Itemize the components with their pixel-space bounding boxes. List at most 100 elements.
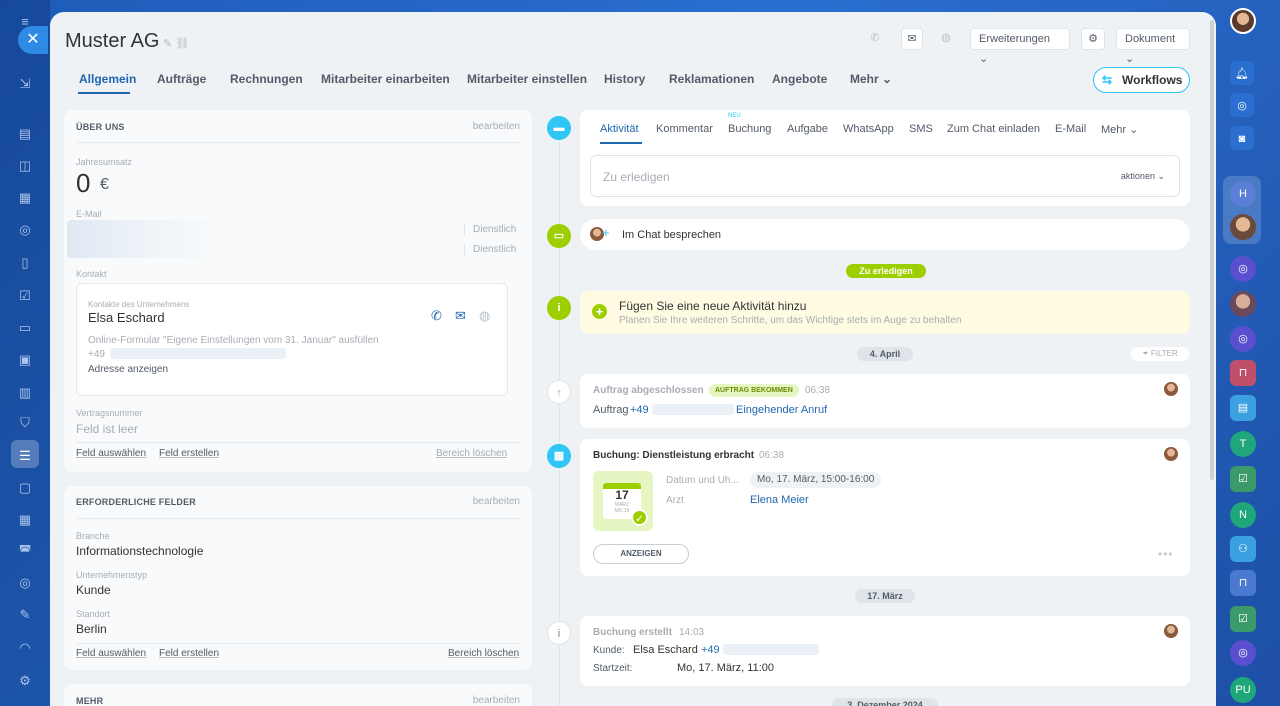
calendar-icon[interactable]: ▦ (17, 190, 33, 206)
robot-icon[interactable]: ◚ (17, 543, 33, 559)
actions-dropdown[interactable]: aktionen ⌄ (1121, 171, 1165, 182)
edit-title-icon[interactable]: ✎ ⛓ (163, 37, 189, 50)
chat-header-icon[interactable]: ◍ (935, 28, 957, 50)
contact-name[interactable]: Elsa Eschard (88, 310, 165, 325)
mail-icon[interactable]: ✉ (901, 28, 923, 50)
mail-icon[interactable]: ✉ (455, 308, 466, 324)
rail-task-icon[interactable]: ☑ (1230, 466, 1256, 492)
crm-funnel-icon[interactable]: ☰ (17, 448, 33, 464)
chevron-down-icon: ⌄ (1125, 53, 1135, 65)
drive-icon[interactable]: ▭ (17, 320, 33, 336)
tab-aktivitaet[interactable]: Aktivität (600, 123, 639, 135)
avatar[interactable] (1164, 624, 1178, 638)
rail-contact-n[interactable]: N (1230, 502, 1256, 528)
phone-icon[interactable]: ✆ (431, 308, 442, 324)
extensions-dropdown[interactable]: Erweiterungen ⌄ (970, 28, 1070, 65)
edit-link[interactable]: bearbeiten (473, 121, 520, 132)
client-label: Kunde: (593, 645, 625, 656)
tab-mehr[interactable]: Mehr ⌄ (1101, 123, 1138, 136)
rail-task2-icon[interactable]: ☑ (1230, 606, 1256, 632)
workflows-button[interactable]: ⇆ Workflows (1093, 67, 1190, 93)
doctor-link[interactable]: Elena Meier (750, 494, 809, 506)
rail-contact-pu[interactable]: PU (1230, 677, 1256, 703)
tasks-icon[interactable]: ☑ (17, 288, 33, 304)
inbox-icon[interactable]: ▢ (17, 480, 33, 496)
sites-icon[interactable]: ▣ (17, 352, 33, 368)
target-icon[interactable]: ◎ (17, 575, 33, 591)
lock-icon[interactable]: ⊓ (1230, 360, 1256, 386)
headset-icon[interactable]: ◠ (17, 640, 33, 656)
create-field-link[interactable]: Feld erstellen (159, 448, 219, 459)
tab-allgemein[interactable]: Allgemein (79, 72, 136, 86)
start-label: Startzeit: (593, 663, 633, 674)
tab-reklamationen[interactable]: Reklamationen (669, 72, 754, 86)
edit-link[interactable]: bearbeiten (473, 496, 520, 507)
rail-contact-avatar[interactable] (1230, 214, 1256, 240)
avatar[interactable] (1164, 447, 1178, 461)
search-chat-icon[interactable]: ◙ (1230, 126, 1254, 150)
chat-row[interactable]: + Im Chat besprechen (580, 219, 1190, 250)
tab-auftraege[interactable]: Aufträge (157, 72, 206, 86)
incoming-call-link[interactable]: Eingehender Anruf (736, 404, 827, 416)
phone-link[interactable]: +49 (630, 404, 649, 416)
add-icon[interactable]: + (592, 304, 607, 319)
shop-icon[interactable]: ⛉ (17, 415, 33, 431)
tab-aufgabe[interactable]: Aufgabe (787, 123, 828, 135)
todo-input[interactable]: Zu erledigen aktionen ⌄ (590, 155, 1180, 197)
create-field-link[interactable]: Feld erstellen (159, 648, 219, 659)
collapse-icon[interactable]: ⇲ (17, 76, 33, 92)
add-activity-card[interactable]: + Fügen Sie eine neue Aktivität hinzu Pl… (580, 291, 1190, 334)
rail-group-icon[interactable]: ⚇ (1230, 536, 1256, 562)
rail-lock-icon[interactable]: ⊓ (1230, 570, 1256, 596)
tab-angebote[interactable]: Angebote (772, 72, 827, 86)
gear-icon[interactable]: ⚙ (1081, 28, 1105, 50)
rail-contact-t[interactable]: T (1230, 431, 1256, 457)
avatar[interactable] (1164, 382, 1178, 396)
chat-icon[interactable]: ◫ (17, 158, 33, 174)
tab-mitarbeiter-einarbeiten[interactable]: Mitarbeiter einarbeiten (321, 72, 450, 86)
tab-email[interactable]: E-Mail (1055, 123, 1086, 135)
select-field-link[interactable]: Feld auswählen (76, 648, 146, 659)
tab-kommentar[interactable]: Kommentar (656, 123, 713, 135)
delete-area-link[interactable]: Bereich löschen (436, 448, 507, 459)
tab-history[interactable]: History (604, 72, 645, 86)
filter-button[interactable]: ⏷ FILTER (1131, 347, 1189, 361)
booking-icon[interactable]: ▦ (17, 512, 33, 528)
settings-icon[interactable]: ⚙ (17, 673, 33, 689)
tab-whatsapp[interactable]: WhatsApp (843, 123, 894, 135)
tab-sms[interactable]: SMS (909, 123, 933, 135)
delete-area-link[interactable]: Bereich löschen (448, 648, 519, 659)
tab-mitarbeiter-einstellen[interactable]: Mitarbeiter einstellen (467, 72, 587, 86)
tab-zum-chat-einladen[interactable]: Zum Chat einladen (947, 123, 1040, 135)
documents-icon[interactable]: ▯ (17, 255, 33, 271)
rail-chat-icon[interactable]: ▤ (1230, 395, 1256, 421)
document-dropdown[interactable]: Dokument ⌄ (1116, 28, 1190, 65)
rail-item-3[interactable]: ◎ (1230, 326, 1256, 352)
rail-item-4[interactable]: ◎ (1230, 640, 1256, 666)
tab-mehr[interactable]: Mehr ⌄ (850, 72, 892, 86)
show-button[interactable]: ANZEIGEN (593, 544, 689, 564)
tab-buchung[interactable]: Buchung (728, 123, 771, 135)
client-phone[interactable]: +49 (701, 644, 720, 656)
select-field-link[interactable]: Feld auswählen (76, 448, 146, 459)
rail-item-1[interactable]: ◎ (1230, 256, 1256, 282)
form-text: Online-Formular "Eigene Einstellungen vo… (88, 335, 379, 346)
scrollbar[interactable] (1210, 20, 1214, 480)
feed-icon[interactable]: ▤ (17, 126, 33, 142)
show-address-link[interactable]: Adresse anzeigen (88, 364, 168, 375)
close-slider-button[interactable]: ✕ (18, 26, 48, 54)
phone-icon[interactable]: ✆ (864, 28, 886, 50)
field-label: Branche (76, 531, 110, 541)
more-icon[interactable]: ••• (1158, 547, 1174, 561)
groups-icon[interactable]: ◎ (17, 222, 33, 238)
rail-contact-h[interactable]: H (1230, 181, 1256, 207)
rail-item-2[interactable] (1230, 291, 1256, 317)
chat-icon[interactable]: ◍ (479, 308, 490, 324)
sign-icon[interactable]: ✎ (17, 607, 33, 623)
notifications-icon[interactable]: 🔔︎ (1230, 61, 1254, 85)
copilot-icon[interactable]: ◎ (1230, 93, 1254, 117)
analytics-icon[interactable]: ▥ (17, 385, 33, 401)
edit-link[interactable]: bearbeiten (473, 695, 520, 706)
tab-rechnungen[interactable]: Rechnungen (230, 72, 303, 86)
user-avatar[interactable] (1230, 8, 1256, 34)
